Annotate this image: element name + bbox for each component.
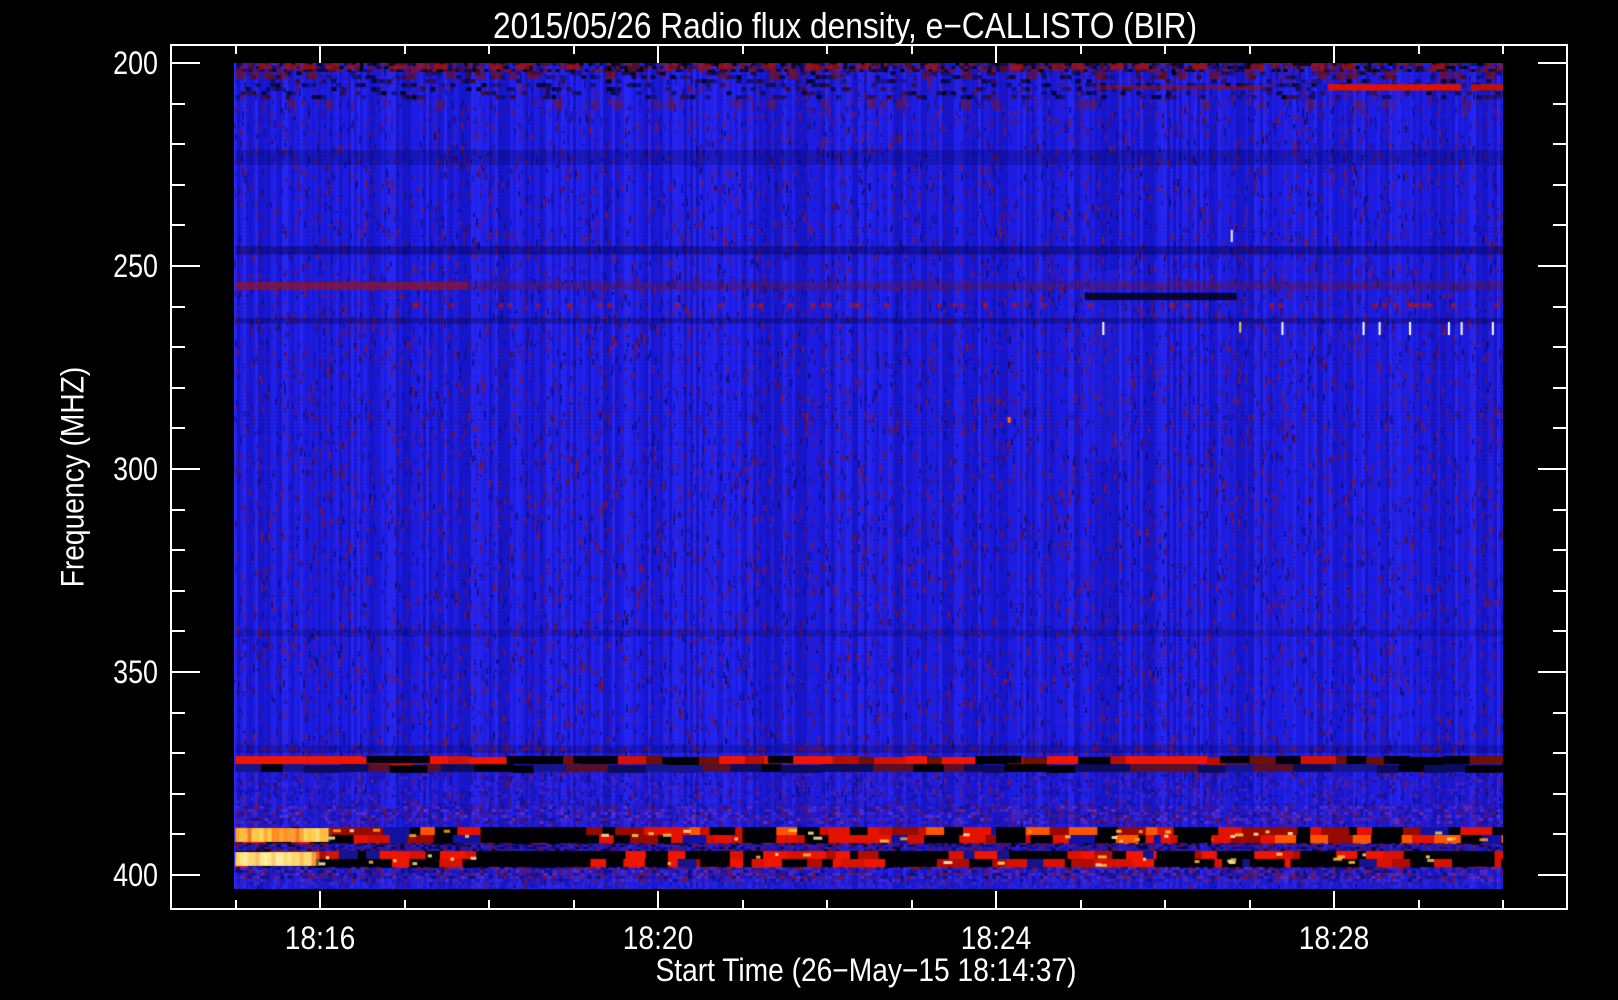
y-minor-tick (172, 752, 185, 754)
y-minor-tick-right (1553, 427, 1566, 429)
y-minor-tick-right (1553, 103, 1566, 105)
x-minor-tick-top (235, 46, 237, 54)
y-minor-tick (172, 306, 185, 308)
x-minor-tick (742, 900, 744, 908)
x-minor-tick (404, 900, 406, 908)
x-minor-tick-top (1502, 46, 1504, 54)
y-major-tick-right (1538, 62, 1566, 64)
y-minor-tick (172, 590, 185, 592)
y-minor-tick-right (1553, 712, 1566, 714)
y-minor-tick (172, 833, 185, 835)
y-minor-tick (172, 712, 185, 714)
y-minor-tick-right (1553, 833, 1566, 835)
x-minor-tick-top (826, 46, 828, 54)
x-tick-label: 18:24 (960, 920, 1032, 956)
x-minor-tick (826, 900, 828, 908)
x-minor-tick-top (1080, 46, 1082, 54)
y-minor-tick-right (1553, 752, 1566, 754)
y-minor-tick (172, 103, 185, 105)
x-major-tick-top (995, 46, 997, 63)
x-tick-label: 18:20 (622, 920, 694, 956)
x-major-tick-top (319, 46, 321, 63)
plot-frame (170, 44, 1568, 910)
x-minor-tick (488, 900, 490, 908)
x-minor-tick (1249, 900, 1251, 908)
x-minor-tick-top (911, 46, 913, 54)
y-minor-tick-right (1553, 793, 1566, 795)
y-minor-tick-right (1553, 387, 1566, 389)
x-major-tick (657, 891, 659, 908)
x-minor-tick-top (488, 46, 490, 54)
y-minor-tick (172, 143, 185, 145)
chart-title: 2015/05/26 Radio flux density, e−CALLIST… (492, 5, 1198, 46)
y-major-tick (172, 62, 200, 64)
x-major-tick (995, 891, 997, 908)
x-minor-tick (1502, 900, 1504, 908)
y-minor-tick (172, 549, 185, 551)
y-minor-tick (172, 224, 185, 226)
y-tick-label: 350 (113, 654, 158, 690)
x-minor-tick (235, 900, 237, 908)
y-major-tick-right (1538, 265, 1566, 267)
y-minor-tick (172, 630, 185, 632)
y-minor-tick-right (1553, 184, 1566, 186)
y-major-tick-right (1538, 671, 1566, 673)
y-minor-tick (172, 346, 185, 348)
x-minor-tick (573, 900, 575, 908)
y-minor-tick-right (1553, 143, 1566, 145)
spectrogram-figure: 2015/05/26 Radio flux density, e−CALLIST… (0, 0, 1618, 1000)
y-tick-label: 400 (113, 857, 158, 893)
y-minor-tick-right (1553, 509, 1566, 511)
x-major-tick-top (1333, 46, 1335, 63)
y-minor-tick (172, 184, 185, 186)
x-minor-tick-top (1418, 46, 1420, 54)
y-minor-tick-right (1553, 549, 1566, 551)
x-minor-tick-top (404, 46, 406, 54)
y-tick-label: 200 (113, 45, 158, 81)
x-tick-label: 18:16 (284, 920, 356, 956)
x-minor-tick-top (1249, 46, 1251, 54)
y-minor-tick (172, 509, 185, 511)
y-minor-tick (172, 793, 185, 795)
x-major-tick (1333, 891, 1335, 908)
y-minor-tick (172, 427, 185, 429)
y-major-tick (172, 265, 200, 267)
x-minor-tick (1080, 900, 1082, 908)
x-major-tick (319, 891, 321, 908)
y-minor-tick-right (1553, 346, 1566, 348)
y-major-tick (172, 874, 200, 876)
x-minor-tick (1164, 900, 1166, 908)
y-tick-label: 250 (113, 248, 158, 284)
x-minor-tick (1418, 900, 1420, 908)
x-axis-title: Start Time (26−May−15 18:14:37) (655, 952, 1077, 988)
x-tick-label: 18:28 (1298, 920, 1370, 956)
y-axis-title: Frequency (MHZ) (54, 366, 91, 588)
x-major-tick-top (657, 46, 659, 63)
y-major-tick-right (1538, 874, 1566, 876)
y-minor-tick-right (1553, 590, 1566, 592)
y-minor-tick-right (1553, 306, 1566, 308)
x-minor-tick-top (1164, 46, 1166, 54)
y-tick-label: 300 (113, 451, 158, 487)
y-minor-tick (172, 387, 185, 389)
y-major-tick-right (1538, 468, 1566, 470)
x-minor-tick (911, 900, 913, 908)
y-minor-tick-right (1553, 630, 1566, 632)
y-major-tick (172, 671, 200, 673)
x-minor-tick-top (742, 46, 744, 54)
y-major-tick (172, 468, 200, 470)
y-minor-tick-right (1553, 224, 1566, 226)
x-minor-tick-top (573, 46, 575, 54)
